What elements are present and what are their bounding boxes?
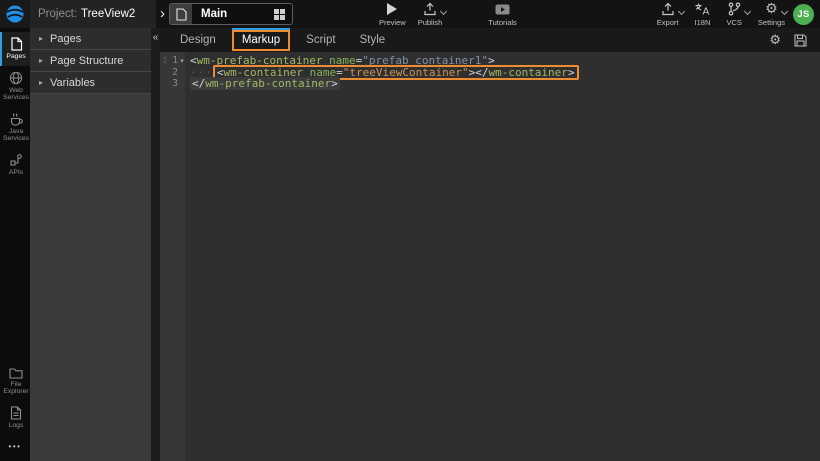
- expand-caret-icon: ▸: [39, 35, 43, 43]
- project-name: TreeView2: [81, 8, 135, 20]
- vcs-caret-icon: [744, 8, 751, 15]
- user-avatar[interactable]: JS: [793, 4, 814, 25]
- panel-section-label: Pages: [50, 33, 81, 45]
- fold-caret-icon[interactable]: ▾: [178, 57, 186, 65]
- sidebar-item-label: APIs: [2, 169, 30, 177]
- globe-icon: [9, 71, 23, 85]
- tutorials-label: Tutorials: [488, 19, 516, 27]
- play-icon: [387, 3, 397, 15]
- project-breadcrumb: Project: TreeView2: [30, 0, 156, 28]
- sidebar-item-label: Web Services: [2, 87, 30, 102]
- translate-icon: A: [694, 2, 710, 16]
- tab-style[interactable]: Style: [348, 34, 398, 46]
- tab-design[interactable]: Design: [168, 34, 228, 46]
- panel-collapse-strip: «: [151, 28, 160, 461]
- export-caret-icon: [678, 8, 685, 15]
- editor-gutter: [160, 52, 185, 461]
- upload-icon: [423, 2, 437, 16]
- sidebar-spacer: [0, 181, 30, 362]
- tab-script[interactable]: Script: [294, 34, 347, 46]
- folder-icon: [9, 367, 23, 379]
- preview-label: Preview: [379, 19, 406, 27]
- code-text: </wm-prefab-container>: [190, 77, 340, 90]
- gear-icon: ⚙: [765, 2, 778, 16]
- export-button[interactable]: Export: [657, 2, 679, 27]
- wavemaker-studio-window: Project: TreeView2 › Main Preview: [0, 0, 820, 461]
- video-tutorial-icon: [495, 4, 510, 15]
- panel-section-page-structure[interactable]: ▸ Page Structure: [30, 50, 151, 72]
- top-bar: Project: TreeView2 › Main Preview: [0, 0, 820, 28]
- sidebar-item-pages[interactable]: Pages: [0, 32, 30, 66]
- export-label: Export: [657, 19, 679, 27]
- pages-panel: ▸ Pages ▸ Page Structure ▸ Variables «: [30, 28, 160, 461]
- page-tab-main[interactable]: Main: [169, 3, 293, 25]
- settings-label: Settings: [758, 19, 785, 27]
- publish-label: Publish: [418, 19, 443, 27]
- project-label: Project:: [38, 8, 77, 20]
- page-tab-label: Main: [192, 8, 274, 20]
- i18n-label: I18N: [695, 19, 711, 27]
- sidebar-item-web-services[interactable]: Web Services: [0, 66, 30, 107]
- line-number: 3: [167, 78, 178, 89]
- svg-text:A: A: [703, 7, 710, 17]
- gutter-marker: 1: [160, 56, 167, 65]
- panel-section-label: Page Structure: [50, 55, 123, 67]
- publish-button[interactable]: Publish: [418, 2, 443, 27]
- wavemaker-logo[interactable]: [0, 0, 30, 28]
- panel-section-variables[interactable]: ▸ Variables: [30, 72, 151, 94]
- coffee-icon: [9, 112, 23, 126]
- sidebar-item-label: Logs: [2, 422, 30, 430]
- editor-settings-gear-icon[interactable]: ⚙: [769, 34, 781, 47]
- code-editor-area[interactable]: 1 1 ▾ <wm-prefab-container name="prefab_…: [160, 52, 820, 461]
- breadcrumb-chevron-icon: ›: [160, 6, 165, 21]
- sidebar-item-label: File Explorer: [2, 381, 30, 396]
- save-icon[interactable]: [794, 34, 807, 47]
- export-icon: [661, 2, 675, 16]
- expand-caret-icon: ▸: [39, 79, 43, 87]
- sidebar-item-java-services[interactable]: Java Services: [0, 107, 30, 148]
- logs-icon: [10, 406, 22, 420]
- line-number: 2: [167, 67, 178, 78]
- left-icon-sidebar: Pages Web Services Java: [0, 28, 30, 461]
- page-file-icon: [170, 3, 192, 25]
- markup-editor: Design Markup Script Style ⚙ 1: [160, 28, 820, 461]
- panel-collapse-button[interactable]: «: [153, 28, 159, 43]
- sidebar-item-file-explorer[interactable]: File Explorer: [0, 362, 30, 401]
- sidebar-item-label: Pages: [2, 53, 30, 61]
- sidebar-more-button[interactable]: •••: [0, 434, 30, 461]
- settings-button[interactable]: ⚙ Settings: [758, 2, 785, 27]
- tutorials-button[interactable]: Tutorials: [488, 2, 516, 27]
- page-icon: [10, 37, 23, 51]
- sidebar-item-logs[interactable]: Logs: [0, 401, 30, 435]
- panel-section-label: Variables: [50, 77, 95, 89]
- sidebar-item-label: Java Services: [2, 128, 30, 143]
- tab-markup[interactable]: Markup: [232, 30, 290, 51]
- settings-caret-icon: [781, 8, 788, 15]
- line-number: 1: [167, 55, 178, 66]
- expand-caret-icon: ▸: [39, 57, 43, 65]
- wavemaker-logo-icon: [5, 4, 25, 24]
- code-line-3[interactable]: 3 </wm-prefab-container>: [160, 78, 820, 90]
- vcs-label: VCS: [726, 19, 741, 27]
- branch-icon: [727, 2, 741, 16]
- publish-caret-icon: [440, 8, 447, 15]
- editor-tab-bar: Design Markup Script Style ⚙: [160, 28, 820, 52]
- pages-grid-icon[interactable]: [274, 9, 285, 20]
- panel-section-pages[interactable]: ▸ Pages: [30, 28, 151, 50]
- i18n-button[interactable]: A I18N: [694, 2, 710, 27]
- preview-button[interactable]: Preview: [379, 2, 406, 27]
- api-icon: [9, 153, 23, 167]
- vcs-button[interactable]: VCS: [726, 2, 741, 27]
- sidebar-item-apis[interactable]: APIs: [0, 148, 30, 182]
